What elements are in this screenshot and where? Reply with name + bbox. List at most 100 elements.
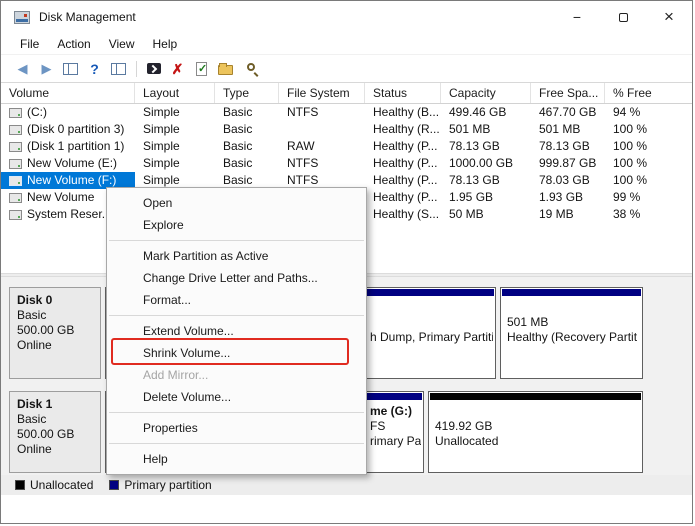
- volume-free-cell: 78.13 GB: [539, 139, 590, 153]
- menu-item-change-drive-letter-and-paths[interactable]: Change Drive Letter and Paths...: [107, 267, 366, 289]
- menu-action[interactable]: Action: [48, 33, 99, 55]
- menu-item-format[interactable]: Format...: [107, 289, 366, 311]
- volume-layout-cell: Simple: [143, 122, 180, 136]
- volume-status-cell: Healthy (R...: [373, 122, 440, 136]
- drive-icon: [9, 192, 22, 203]
- menu-item-extend-volume[interactable]: Extend Volume...: [107, 320, 366, 342]
- volume-status-cell: Healthy (P...: [373, 139, 438, 153]
- volume-free-cell: 1.93 GB: [539, 190, 584, 204]
- drive-icon: [9, 209, 22, 220]
- column-header-capacity[interactable]: Capacity: [441, 83, 531, 103]
- volume-status-cell: Healthy (S...: [373, 207, 440, 221]
- volume-pct-cell: 100 %: [613, 173, 648, 187]
- maximize-button[interactable]: [600, 1, 646, 33]
- delete-volume-button[interactable]: ✗: [166, 57, 189, 80]
- primary-partition-strip: [502, 289, 641, 296]
- disk-size: 500.00 GB: [17, 323, 75, 337]
- volume-capacity-cell: 1000.00 GB: [449, 156, 514, 170]
- partition-label: me (G:) FS rimary Par: [370, 404, 421, 448]
- drive-icon: [9, 175, 22, 186]
- volume-capacity-cell: 78.13 GB: [449, 173, 500, 187]
- volume-layout-cell: Simple: [143, 156, 180, 170]
- menu-separator: [109, 315, 364, 316]
- title-bar: Disk Management − ×: [1, 1, 692, 33]
- column-header-status[interactable]: Status: [365, 83, 441, 103]
- volume-fs-cell: [279, 121, 365, 138]
- volume-status-cell: Healthy (P...: [373, 156, 438, 170]
- volume-free-cell: 501 MB: [539, 122, 581, 136]
- explore-button[interactable]: [238, 57, 261, 80]
- volume-status-cell: Healthy (B...: [373, 105, 440, 119]
- menu-file[interactable]: File: [11, 33, 48, 55]
- volume-pct-cell: 94 %: [613, 105, 641, 119]
- menu-separator: [109, 443, 364, 444]
- volume-row[interactable]: New Volume (E:) Simple Basic NTFS Healthy (P…: [1, 155, 692, 172]
- disk-status: Online: [17, 442, 52, 456]
- toolbar-separator: [136, 60, 137, 77]
- volume-name-cell: New Volume (E:): [1, 155, 135, 172]
- disk-1-header[interactable]: Disk 1 Basic 500.00 GB Online: [9, 391, 101, 473]
- partition[interactable]: 501 MB Healthy (Recovery Partit: [500, 287, 643, 379]
- volume-row[interactable]: (C:) Simple Basic NTFS Healthy (B... 499.46 G…: [1, 104, 692, 121]
- column-header-free-space[interactable]: Free Spa...: [531, 83, 605, 103]
- mark-active-button[interactable]: ✓: [190, 57, 213, 80]
- volume-capacity-cell: 501 MB: [449, 122, 491, 136]
- open-button[interactable]: [214, 57, 237, 80]
- volume-row[interactable]: (Disk 0 partition 3) Simple Basic Healthy (…: [1, 121, 692, 138]
- column-header-type[interactable]: Type: [215, 83, 279, 103]
- minimize-button[interactable]: −: [554, 1, 600, 33]
- close-button[interactable]: ×: [646, 1, 692, 33]
- column-header-layout[interactable]: Layout: [135, 83, 215, 103]
- disk-0-header[interactable]: Disk 0 Basic 500.00 GB Online: [9, 287, 101, 379]
- forward-button[interactable]: ▶: [35, 57, 58, 80]
- volume-type-cell: Basic: [223, 105, 253, 119]
- legend-primary-partition: Primary partition: [109, 478, 212, 492]
- volume-name-cell: (Disk 0 partition 3): [1, 121, 135, 138]
- menu-separator: [109, 412, 364, 413]
- volume-pct-cell: 100 %: [613, 122, 648, 136]
- disk-size: 500.00 GB: [17, 427, 75, 441]
- menu-item-properties[interactable]: Properties: [107, 417, 366, 439]
- volume-layout-cell: Simple: [143, 105, 180, 119]
- disk-type: Basic: [17, 412, 47, 426]
- volume-pct-cell: 38 %: [613, 207, 641, 221]
- volume-free-cell: 78.03 GB: [539, 173, 590, 187]
- maximize-icon: [618, 12, 628, 22]
- unallocated-swatch-icon: [15, 480, 25, 490]
- show-console-tree-button[interactable]: [59, 57, 82, 80]
- volume-status-cell: Healthy (P...: [373, 173, 438, 187]
- disk-management-window: Disk Management − × File Action View Hel…: [0, 0, 693, 524]
- help-icon: ?: [90, 60, 99, 77]
- column-header-file-system[interactable]: File System: [279, 83, 365, 103]
- menu-item-shrink-volume[interactable]: Shrink Volume...: [107, 342, 366, 364]
- console-icon: [146, 63, 161, 74]
- menu-help[interactable]: Help: [144, 33, 187, 55]
- primary-partition-swatch-icon: [109, 480, 120, 490]
- menu-item-delete-volume[interactable]: Delete Volume...: [107, 386, 366, 408]
- legend-label: Unallocated: [30, 478, 94, 492]
- partition-label: 501 MB Healthy (Recovery Partit: [507, 315, 638, 344]
- document-check-icon: ✓: [196, 61, 208, 76]
- action-menu-button[interactable]: [142, 57, 165, 80]
- partition-unallocated[interactable]: 419.92 GB Unallocated: [428, 391, 643, 473]
- menu-item-help[interactable]: Help: [107, 448, 366, 470]
- volume-pct-cell: 99 %: [613, 190, 641, 204]
- toolbar: ◀ ▶ ? ✗ ✓: [1, 55, 692, 83]
- drive-icon: [9, 124, 22, 135]
- menu-item-explore[interactable]: Explore: [107, 214, 366, 236]
- legend-label: Primary partition: [124, 478, 212, 492]
- column-header-pct-free[interactable]: % Free: [605, 83, 692, 103]
- volume-row[interactable]: (Disk 1 partition 1) Simple Basic RAW Health…: [1, 138, 692, 155]
- volume-name-cell: (Disk 1 partition 1): [1, 138, 135, 155]
- menu-view[interactable]: View: [100, 33, 144, 55]
- forward-icon: ▶: [41, 61, 52, 76]
- back-button[interactable]: ◀: [11, 57, 34, 80]
- partition-label: h Dump, Primary Partiti: [370, 330, 493, 344]
- show-action-pane-button[interactable]: [107, 57, 130, 80]
- window-title: Disk Management: [39, 10, 136, 24]
- menu-item-open[interactable]: Open: [107, 192, 366, 214]
- delete-icon: ✗: [171, 60, 184, 77]
- column-header-volume[interactable]: Volume: [1, 83, 135, 103]
- menu-item-mark-partition-as-active[interactable]: Mark Partition as Active: [107, 245, 366, 267]
- help-button[interactable]: ?: [83, 57, 106, 80]
